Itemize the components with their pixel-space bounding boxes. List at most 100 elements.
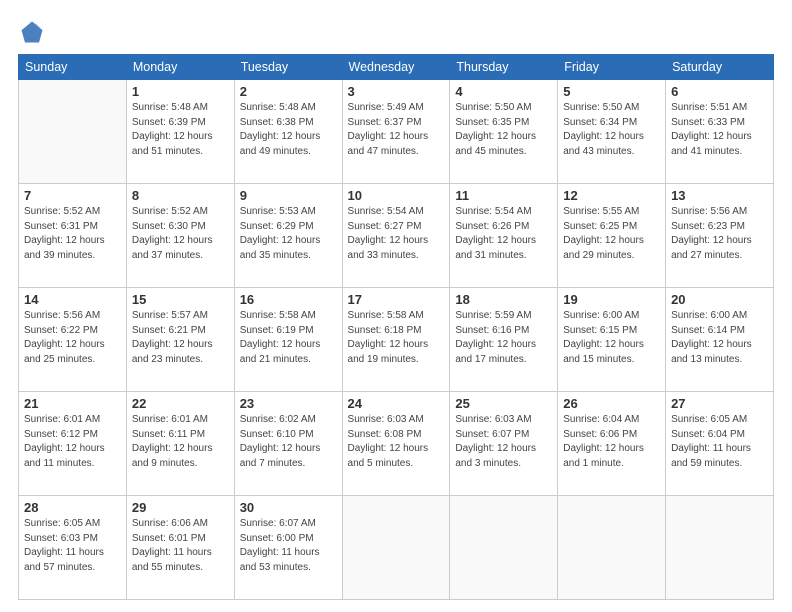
day-info: Sunrise: 6:00 AMSunset: 6:15 PMDaylight:…: [563, 309, 660, 367]
calendar-cell: 27 Sunrise: 6:05 AMSunset: 6:04 PMDaylig…: [666, 392, 774, 496]
calendar-cell: 13 Sunrise: 5:56 AMSunset: 6:23 PMDaylig…: [666, 184, 774, 288]
calendar-cell: 23 Sunrise: 6:02 AMSunset: 6:10 PMDaylig…: [234, 392, 342, 496]
day-number: 19: [563, 292, 660, 307]
day-number: 9: [240, 188, 337, 203]
calendar-cell: [342, 496, 450, 600]
calendar-cell: 5 Sunrise: 5:50 AMSunset: 6:34 PMDayligh…: [558, 80, 666, 184]
week-row-1: 7 Sunrise: 5:52 AMSunset: 6:31 PMDayligh…: [19, 184, 774, 288]
calendar-cell: 8 Sunrise: 5:52 AMSunset: 6:30 PMDayligh…: [126, 184, 234, 288]
day-number: 4: [455, 84, 552, 99]
day-header-tuesday: Tuesday: [234, 55, 342, 80]
day-info: Sunrise: 5:54 AMSunset: 6:27 PMDaylight:…: [348, 205, 445, 263]
day-number: 11: [455, 188, 552, 203]
day-info: Sunrise: 5:54 AMSunset: 6:26 PMDaylight:…: [455, 205, 552, 263]
calendar-cell: 15 Sunrise: 5:57 AMSunset: 6:21 PMDaylig…: [126, 288, 234, 392]
calendar-cell: 4 Sunrise: 5:50 AMSunset: 6:35 PMDayligh…: [450, 80, 558, 184]
day-info: Sunrise: 5:56 AMSunset: 6:22 PMDaylight:…: [24, 309, 121, 367]
calendar-cell: [19, 80, 127, 184]
calendar: SundayMondayTuesdayWednesdayThursdayFrid…: [18, 54, 774, 600]
day-info: Sunrise: 5:48 AMSunset: 6:39 PMDaylight:…: [132, 101, 229, 159]
calendar-cell: 20 Sunrise: 6:00 AMSunset: 6:14 PMDaylig…: [666, 288, 774, 392]
day-number: 22: [132, 396, 229, 411]
calendar-cell: 14 Sunrise: 5:56 AMSunset: 6:22 PMDaylig…: [19, 288, 127, 392]
day-info: Sunrise: 6:04 AMSunset: 6:06 PMDaylight:…: [563, 413, 660, 471]
calendar-cell: 12 Sunrise: 5:55 AMSunset: 6:25 PMDaylig…: [558, 184, 666, 288]
day-number: 23: [240, 396, 337, 411]
calendar-cell: 24 Sunrise: 6:03 AMSunset: 6:08 PMDaylig…: [342, 392, 450, 496]
logo-icon: [18, 18, 46, 46]
day-info: Sunrise: 6:03 AMSunset: 6:07 PMDaylight:…: [455, 413, 552, 471]
day-info: Sunrise: 5:52 AMSunset: 6:31 PMDaylight:…: [24, 205, 121, 263]
day-number: 28: [24, 500, 121, 515]
day-number: 12: [563, 188, 660, 203]
day-number: 6: [671, 84, 768, 99]
day-info: Sunrise: 6:07 AMSunset: 6:00 PMDaylight:…: [240, 517, 337, 575]
day-number: 7: [24, 188, 121, 203]
day-info: Sunrise: 6:00 AMSunset: 6:14 PMDaylight:…: [671, 309, 768, 367]
day-number: 14: [24, 292, 121, 307]
day-info: Sunrise: 5:58 AMSunset: 6:18 PMDaylight:…: [348, 309, 445, 367]
day-info: Sunrise: 5:57 AMSunset: 6:21 PMDaylight:…: [132, 309, 229, 367]
day-header-monday: Monday: [126, 55, 234, 80]
day-number: 20: [671, 292, 768, 307]
day-number: 1: [132, 84, 229, 99]
calendar-cell: 3 Sunrise: 5:49 AMSunset: 6:37 PMDayligh…: [342, 80, 450, 184]
day-info: Sunrise: 6:05 AMSunset: 6:03 PMDaylight:…: [24, 517, 121, 575]
logo: [18, 18, 50, 46]
calendar-cell: 1 Sunrise: 5:48 AMSunset: 6:39 PMDayligh…: [126, 80, 234, 184]
day-header-friday: Friday: [558, 55, 666, 80]
calendar-cell: 26 Sunrise: 6:04 AMSunset: 6:06 PMDaylig…: [558, 392, 666, 496]
day-number: 10: [348, 188, 445, 203]
week-row-0: 1 Sunrise: 5:48 AMSunset: 6:39 PMDayligh…: [19, 80, 774, 184]
day-number: 17: [348, 292, 445, 307]
day-info: Sunrise: 5:59 AMSunset: 6:16 PMDaylight:…: [455, 309, 552, 367]
calendar-cell: 30 Sunrise: 6:07 AMSunset: 6:00 PMDaylig…: [234, 496, 342, 600]
day-info: Sunrise: 6:01 AMSunset: 6:11 PMDaylight:…: [132, 413, 229, 471]
day-info: Sunrise: 5:48 AMSunset: 6:38 PMDaylight:…: [240, 101, 337, 159]
calendar-cell: 2 Sunrise: 5:48 AMSunset: 6:38 PMDayligh…: [234, 80, 342, 184]
day-number: 30: [240, 500, 337, 515]
calendar-cell: [666, 496, 774, 600]
day-number: 15: [132, 292, 229, 307]
calendar-header: SundayMondayTuesdayWednesdayThursdayFrid…: [19, 55, 774, 80]
calendar-cell: 17 Sunrise: 5:58 AMSunset: 6:18 PMDaylig…: [342, 288, 450, 392]
calendar-cell: 9 Sunrise: 5:53 AMSunset: 6:29 PMDayligh…: [234, 184, 342, 288]
day-info: Sunrise: 6:03 AMSunset: 6:08 PMDaylight:…: [348, 413, 445, 471]
day-info: Sunrise: 6:06 AMSunset: 6:01 PMDaylight:…: [132, 517, 229, 575]
calendar-cell: 21 Sunrise: 6:01 AMSunset: 6:12 PMDaylig…: [19, 392, 127, 496]
day-number: 25: [455, 396, 552, 411]
day-number: 2: [240, 84, 337, 99]
day-number: 26: [563, 396, 660, 411]
calendar-cell: 10 Sunrise: 5:54 AMSunset: 6:27 PMDaylig…: [342, 184, 450, 288]
day-header-saturday: Saturday: [666, 55, 774, 80]
day-number: 13: [671, 188, 768, 203]
day-info: Sunrise: 5:51 AMSunset: 6:33 PMDaylight:…: [671, 101, 768, 159]
day-number: 29: [132, 500, 229, 515]
calendar-cell: 6 Sunrise: 5:51 AMSunset: 6:33 PMDayligh…: [666, 80, 774, 184]
calendar-cell: 19 Sunrise: 6:00 AMSunset: 6:15 PMDaylig…: [558, 288, 666, 392]
day-header-sunday: Sunday: [19, 55, 127, 80]
calendar-cell: 22 Sunrise: 6:01 AMSunset: 6:11 PMDaylig…: [126, 392, 234, 496]
day-info: Sunrise: 5:52 AMSunset: 6:30 PMDaylight:…: [132, 205, 229, 263]
day-number: 18: [455, 292, 552, 307]
day-number: 27: [671, 396, 768, 411]
day-info: Sunrise: 6:02 AMSunset: 6:10 PMDaylight:…: [240, 413, 337, 471]
calendar-body: 1 Sunrise: 5:48 AMSunset: 6:39 PMDayligh…: [19, 80, 774, 600]
calendar-cell: [450, 496, 558, 600]
day-info: Sunrise: 5:50 AMSunset: 6:35 PMDaylight:…: [455, 101, 552, 159]
day-info: Sunrise: 5:50 AMSunset: 6:34 PMDaylight:…: [563, 101, 660, 159]
page: SundayMondayTuesdayWednesdayThursdayFrid…: [0, 0, 792, 612]
day-info: Sunrise: 6:05 AMSunset: 6:04 PMDaylight:…: [671, 413, 768, 471]
calendar-cell: 16 Sunrise: 5:58 AMSunset: 6:19 PMDaylig…: [234, 288, 342, 392]
day-number: 21: [24, 396, 121, 411]
calendar-cell: 18 Sunrise: 5:59 AMSunset: 6:16 PMDaylig…: [450, 288, 558, 392]
day-info: Sunrise: 6:01 AMSunset: 6:12 PMDaylight:…: [24, 413, 121, 471]
header: [18, 18, 774, 46]
header-row: SundayMondayTuesdayWednesdayThursdayFrid…: [19, 55, 774, 80]
day-number: 8: [132, 188, 229, 203]
calendar-cell: 28 Sunrise: 6:05 AMSunset: 6:03 PMDaylig…: [19, 496, 127, 600]
day-info: Sunrise: 5:55 AMSunset: 6:25 PMDaylight:…: [563, 205, 660, 263]
day-number: 16: [240, 292, 337, 307]
day-info: Sunrise: 5:49 AMSunset: 6:37 PMDaylight:…: [348, 101, 445, 159]
calendar-cell: 7 Sunrise: 5:52 AMSunset: 6:31 PMDayligh…: [19, 184, 127, 288]
